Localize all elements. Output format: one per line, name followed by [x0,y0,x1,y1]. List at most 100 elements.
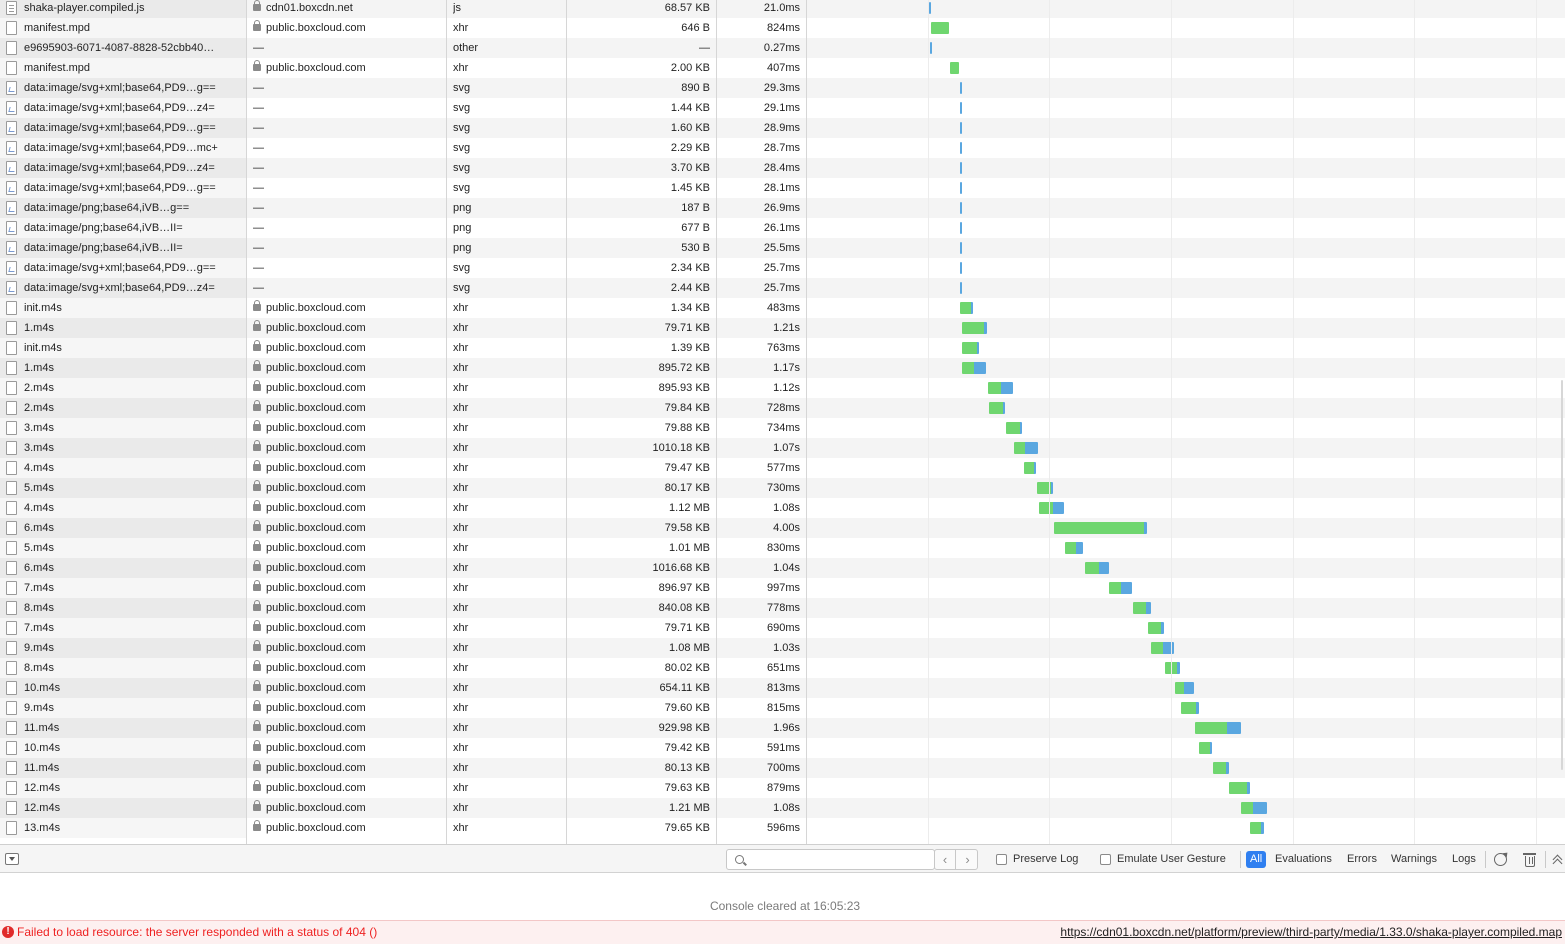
waterfall-bar[interactable] [960,102,962,114]
table-row[interactable]: 11.m4s public.boxcloud.com xhr 929.98 KB 1.9… [0,718,1565,738]
waterfall-bar[interactable] [1039,502,1064,514]
waterfall-bar[interactable] [1006,422,1022,434]
waterfall-bar[interactable] [1229,782,1250,794]
waterfall-bar[interactable] [1195,722,1241,734]
waterfall-bar[interactable] [930,42,932,54]
table-row[interactable]: 7.m4s public.boxcloud.com xhr 896.97 KB 997m… [0,578,1565,598]
waterfall-bar[interactable] [1037,482,1053,494]
filter-logs[interactable]: Logs [1448,851,1480,868]
waterfall-bar[interactable] [1148,622,1164,634]
toggle-drawer-icon[interactable] [5,853,19,865]
waterfall-bar[interactable] [1213,762,1229,774]
waterfall-bar[interactable] [960,302,973,314]
waterfall-bar[interactable] [1250,822,1264,834]
waterfall-bar[interactable] [1151,642,1174,654]
vertical-scrollbar[interactable] [1561,380,1563,770]
waterfall-bar[interactable] [1054,522,1147,534]
table-row[interactable]: data:image/svg+xml;base64,PD9…z4= — svg 2.4… [0,278,1565,298]
clear-console-icon[interactable] [1523,853,1536,867]
filter-all[interactable]: All [1246,851,1267,868]
table-row[interactable]: 3.m4s public.boxcloud.com xhr 79.88 KB 734ms [0,418,1565,438]
table-row[interactable]: data:image/png;base64,iVB…g== — png 187 B 26… [0,198,1565,218]
waterfall-bar[interactable] [1241,802,1267,814]
table-row[interactable]: 3.m4s public.boxcloud.com xhr 1010.18 KB 1.0… [0,438,1565,458]
table-row[interactable]: 8.m4s public.boxcloud.com xhr 80.02 KB 651ms [0,658,1565,678]
waterfall-bar[interactable] [1199,742,1212,754]
waterfall-bar[interactable] [1024,462,1036,474]
waterfall-bar[interactable] [960,142,962,154]
waterfall-bar[interactable] [960,222,962,234]
waterfall-bar[interactable] [1175,682,1194,694]
table-row[interactable]: 10.m4s public.boxcloud.com xhr 79.42 KB 591m… [0,738,1565,758]
table-row[interactable]: data:image/svg+xml;base64,PD9…g== — svg 2.3… [0,258,1565,278]
table-row[interactable]: data:image/svg+xml;base64,PD9…g== — svg 890… [0,78,1565,98]
preserve-log-label[interactable]: Preserve Log [1013,853,1078,865]
waterfall-bar[interactable] [950,62,959,74]
waterfall-bar[interactable] [1109,582,1132,594]
waterfall-bar[interactable] [960,182,962,194]
waterfall-bar[interactable] [960,282,962,294]
table-row[interactable]: data:image/svg+xml;base64,PD9…g== — svg 1.6… [0,118,1565,138]
waterfall-bar[interactable] [989,402,1005,414]
waterfall-bar[interactable] [1014,442,1038,454]
filter-errors[interactable]: Errors [1343,851,1381,868]
reload-icon[interactable] [1494,853,1507,866]
filter-warnings[interactable]: Warnings [1387,851,1441,868]
waterfall-bar[interactable] [988,382,1013,394]
waterfall-bar[interactable] [962,342,979,354]
table-row[interactable]: 8.m4s public.boxcloud.com xhr 840.08 KB 778m… [0,598,1565,618]
table-row[interactable]: 1.m4s public.boxcloud.com xhr 79.71 KB 1.21s [0,318,1565,338]
waterfall-bar[interactable] [962,322,987,334]
table-row[interactable]: 9.m4s public.boxcloud.com xhr 1.08 MB 1.03s [0,638,1565,658]
table-row[interactable]: 12.m4s public.boxcloud.com xhr 1.21 MB 1.08s [0,798,1565,818]
table-row[interactable]: 4.m4s public.boxcloud.com xhr 79.47 KB 577ms [0,458,1565,478]
table-row[interactable]: 7.m4s public.boxcloud.com xhr 79.71 KB 690ms [0,618,1565,638]
waterfall-bar[interactable] [960,202,962,214]
waterfall-bar[interactable] [1165,662,1180,674]
error-source-link[interactable]: https://cdn01.boxcdn.net/platform/previe… [1060,921,1562,943]
waterfall-bar[interactable] [1065,542,1083,554]
waterfall-bar[interactable] [960,82,962,94]
table-row[interactable]: 5.m4s public.boxcloud.com xhr 80.17 KB 730ms [0,478,1565,498]
next-match-button[interactable]: › [957,850,978,869]
waterfall-bar[interactable] [1181,702,1199,714]
table-row[interactable]: 9.m4s public.boxcloud.com xhr 79.60 KB 815ms [0,698,1565,718]
table-row[interactable]: 4.m4s public.boxcloud.com xhr 1.12 MB 1.08s [0,498,1565,518]
table-row[interactable]: 6.m4s public.boxcloud.com xhr 79.58 KB 4.00s [0,518,1565,538]
waterfall-bar[interactable] [929,2,931,14]
table-row[interactable]: data:image/png;base64,iVB…II= — png 677 B 26… [0,218,1565,238]
waterfall-bar[interactable] [962,362,986,374]
table-row[interactable]: data:image/svg+xml;base64,PD9…mc+ — svg 2.2… [0,138,1565,158]
table-row[interactable]: shaka-player.compiled.js cdn01.boxcdn.net… [0,0,1565,18]
table-row[interactable]: e9695903-6071-4087-8828-52cbb40… — other — 0… [0,38,1565,58]
waterfall-bar[interactable] [960,122,962,134]
table-row[interactable]: 10.m4s public.boxcloud.com xhr 654.11 KB 813… [0,678,1565,698]
table-row[interactable]: 2.m4s public.boxcloud.com xhr 895.93 KB 1.12… [0,378,1565,398]
table-row[interactable]: 13.m4s public.boxcloud.com xhr 79.65 KB 596m… [0,818,1565,838]
table-row[interactable]: manifest.mpd public.boxcloud.com xhr 646 B 8… [0,18,1565,38]
table-row[interactable]: init.m4s public.boxcloud.com xhr 1.39 KB 763… [0,338,1565,358]
search-input[interactable] [751,852,931,867]
table-row[interactable]: 12.m4s public.boxcloud.com xhr 79.63 KB 879m… [0,778,1565,798]
console-filter-search[interactable] [726,849,935,870]
waterfall-bar[interactable] [960,262,962,274]
table-row[interactable]: 2.m4s public.boxcloud.com xhr 79.84 KB 728ms [0,398,1565,418]
preserve-log-checkbox[interactable] [996,854,1007,865]
table-row[interactable]: data:image/svg+xml;base64,PD9…z4= — svg 3.7… [0,158,1565,178]
table-row[interactable]: data:image/svg+xml;base64,PD9…z4= — svg 1.4… [0,98,1565,118]
table-row[interactable]: init.m4s public.boxcloud.com xhr 1.34 KB 483… [0,298,1565,318]
emulate-user-gesture-label[interactable]: Emulate User Gesture [1117,853,1226,865]
table-row[interactable]: 5.m4s public.boxcloud.com xhr 1.01 MB 830ms [0,538,1565,558]
previous-match-button[interactable]: ‹ [935,850,956,869]
filter-evaluations[interactable]: Evaluations [1271,851,1336,868]
emulate-user-gesture-checkbox[interactable] [1100,854,1111,865]
chevron-up-icon[interactable] [1552,854,1564,866]
waterfall-bar[interactable] [960,242,962,254]
waterfall-bar[interactable] [931,22,949,34]
table-row[interactable]: 6.m4s public.boxcloud.com xhr 1016.68 KB 1.0… [0,558,1565,578]
table-row[interactable]: 11.m4s public.boxcloud.com xhr 80.13 KB 700m… [0,758,1565,778]
waterfall-bar[interactable] [1085,562,1109,574]
table-row[interactable]: data:image/svg+xml;base64,PD9…g== — svg 1.4… [0,178,1565,198]
table-row[interactable]: manifest.mpd public.boxcloud.com xhr 2.00 K… [0,58,1565,78]
table-row[interactable]: data:image/png;base64,iVB…II= — png 530 B 25… [0,238,1565,258]
